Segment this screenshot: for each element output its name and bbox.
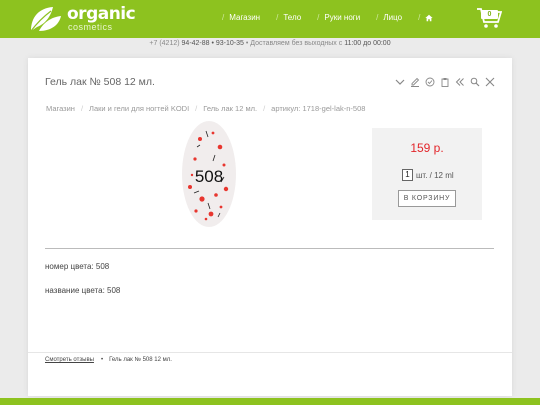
breadcrumb: Магазин / Лаки и гели для ногтей KODI / Ге… [46, 104, 366, 113]
color-name: название цвета: 508 [45, 286, 121, 295]
double-chevron-left-icon[interactable] [454, 76, 465, 87]
cart-count-badge: 0 [481, 10, 498, 19]
leaf-logo-icon [30, 7, 61, 32]
breadcrumb-gel-12ml[interactable]: Гель лак 12 мл. [203, 104, 257, 113]
color-number: номер цвета: 508 [45, 262, 110, 271]
brand-tagline: cosmetics [68, 22, 113, 32]
close-icon[interactable] [484, 76, 495, 87]
check-circle-icon[interactable] [424, 76, 435, 87]
nav-item-home[interactable]: / [418, 13, 433, 22]
main-nav: / Магазин / Тело / Руки ноги / Лицо / [222, 13, 449, 22]
price: 159 р. [410, 141, 444, 155]
nav-item-body[interactable]: / Тело [276, 13, 301, 22]
product-card: Гель лак № 508 12 мл. Магазин / Лаки и ге… [28, 58, 512, 396]
nav-item-hands-feet[interactable]: / Руки ноги [317, 13, 360, 22]
logo[interactable]: organic cosmetics [29, 4, 136, 33]
phone-prefix: +7 (4212) [149, 40, 180, 47]
product-image[interactable]: 508 [180, 119, 238, 229]
phone-numbers[interactable]: 94-42-88 • 93-10-35 [182, 40, 244, 47]
toolbar [394, 76, 499, 87]
clipboard-icon[interactable] [439, 76, 450, 87]
footer-bar [0, 398, 540, 405]
home-icon [425, 14, 433, 21]
chevron-down-icon[interactable] [394, 76, 405, 87]
breadcrumb-kodi[interactable]: Лаки и гели для ногтей KODI [89, 104, 189, 113]
quantity-row: 1 шт. / 12 ml [402, 169, 454, 181]
price-box: 159 р. 1 шт. / 12 ml В КОРЗИНУ [372, 128, 482, 220]
info-strip: +7 (4212) 94-42-88 • 93-10-35 • Доставля… [0, 40, 540, 47]
page-title: Гель лак № 508 12 мл. [45, 76, 155, 88]
divider [45, 248, 494, 249]
add-to-cart-button[interactable]: В КОРЗИНУ [398, 190, 456, 207]
unit-label: шт. / 12 ml [416, 170, 454, 180]
brand-name: organic [67, 4, 136, 24]
edit-icon[interactable] [409, 76, 420, 87]
quantity-input[interactable]: 1 [402, 169, 413, 181]
delivery-text: • Доставляем без выходных с [245, 40, 343, 47]
breadcrumb-sku: артикул: 1718-gel-lak-n-508 [271, 104, 366, 113]
reviews-link[interactable]: Смотреть отзывы [45, 357, 94, 363]
current-item: Гель лак № 508 12 мл. [109, 357, 172, 363]
bottom-links: Смотреть отзывы • Гель лак № 508 12 мл. [45, 357, 172, 363]
header: organic cosmetics / Магазин / Тело / Руки н… [0, 0, 540, 38]
delivery-hours: 11:00 до 00:00 [344, 40, 391, 47]
product-image-label: 508 [195, 167, 223, 186]
nav-item-shop[interactable]: / Магазин [222, 13, 260, 22]
breadcrumb-shop[interactable]: Магазин [46, 104, 75, 113]
search-icon[interactable] [469, 76, 480, 87]
divider [28, 352, 512, 353]
nav-item-face[interactable]: / Лицо [376, 13, 402, 22]
